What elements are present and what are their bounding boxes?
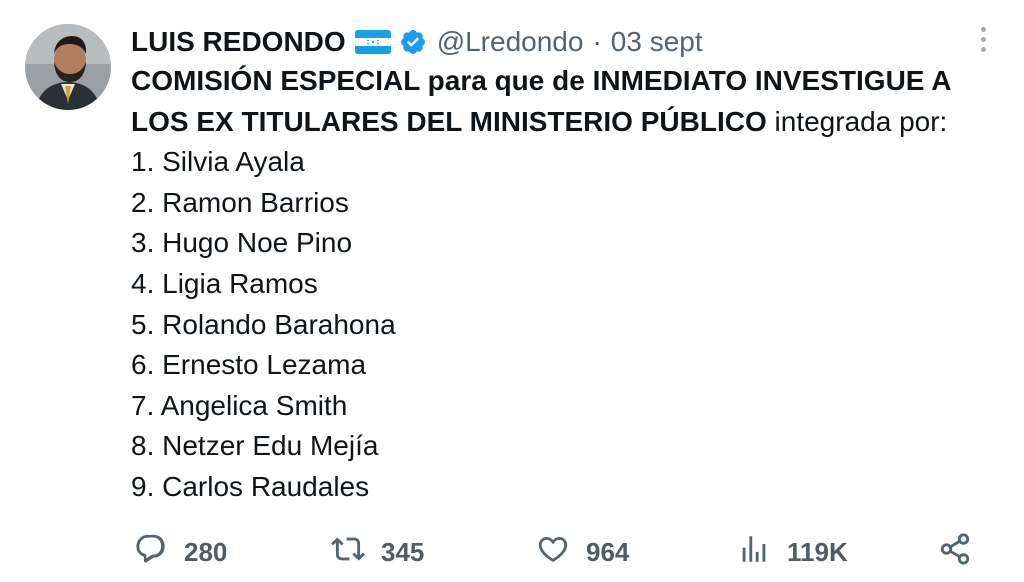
list-item: 5. Rolando Barahona [131, 308, 396, 340]
list-item: 8. Netzer Edu Mejía [131, 430, 379, 462]
list-item: 4. Ligia Ramos [131, 267, 318, 299]
honduras-flag-icon [354, 29, 391, 55]
list-item: 9. Carlos Raudales [131, 470, 370, 502]
heart-icon [536, 532, 570, 573]
tweet-text-normal: integrada por: [766, 105, 948, 137]
avatar[interactable] [25, 24, 111, 110]
list-item: 2. Ramon Barrios [131, 186, 349, 218]
list-item: 3. Hugo Noe Pino [131, 227, 353, 259]
member-list: 1. Silvia Ayala 2. Ramon Barrios 3. Hugo… [131, 142, 1011, 507]
retweet-icon [331, 532, 365, 573]
retweet-count: 345 [381, 536, 425, 567]
like-button[interactable]: 964 [536, 528, 629, 576]
more-options-icon[interactable] [968, 24, 998, 54]
reply-button[interactable]: 280 [134, 528, 227, 576]
reply-icon [134, 532, 168, 573]
views-icon [737, 532, 771, 573]
verified-badge-icon [399, 28, 427, 56]
list-item: 6. Ernesto Lezama [131, 349, 367, 381]
header-separator: · [592, 26, 602, 57]
author-handle[interactable]: @Lredondo [437, 26, 584, 58]
retweet-button[interactable]: 345 [331, 528, 424, 576]
share-icon [938, 532, 972, 573]
author-name[interactable]: LUIS REDONDO [131, 26, 346, 58]
more-dot [980, 46, 986, 52]
tweet-text: COMISIÓN ESPECIAL para que de INMEDIATO … [131, 61, 1011, 508]
tweet-date[interactable]: 03 sept [611, 26, 703, 58]
more-dot [980, 26, 986, 32]
share-button[interactable] [938, 528, 972, 576]
reply-count: 280 [184, 536, 228, 567]
tweet-header: LUIS REDONDO @Lredondo · 03 sept [131, 22, 703, 62]
like-count: 964 [586, 536, 630, 567]
views-count: 119K [787, 536, 848, 567]
more-dot [980, 36, 986, 42]
list-item: 7. Angelica Smith [131, 389, 348, 421]
list-item: 1. Silvia Ayala [131, 146, 305, 178]
views-button[interactable]: 119K [737, 528, 848, 576]
action-bar: 280 345 964 119K [134, 528, 984, 576]
